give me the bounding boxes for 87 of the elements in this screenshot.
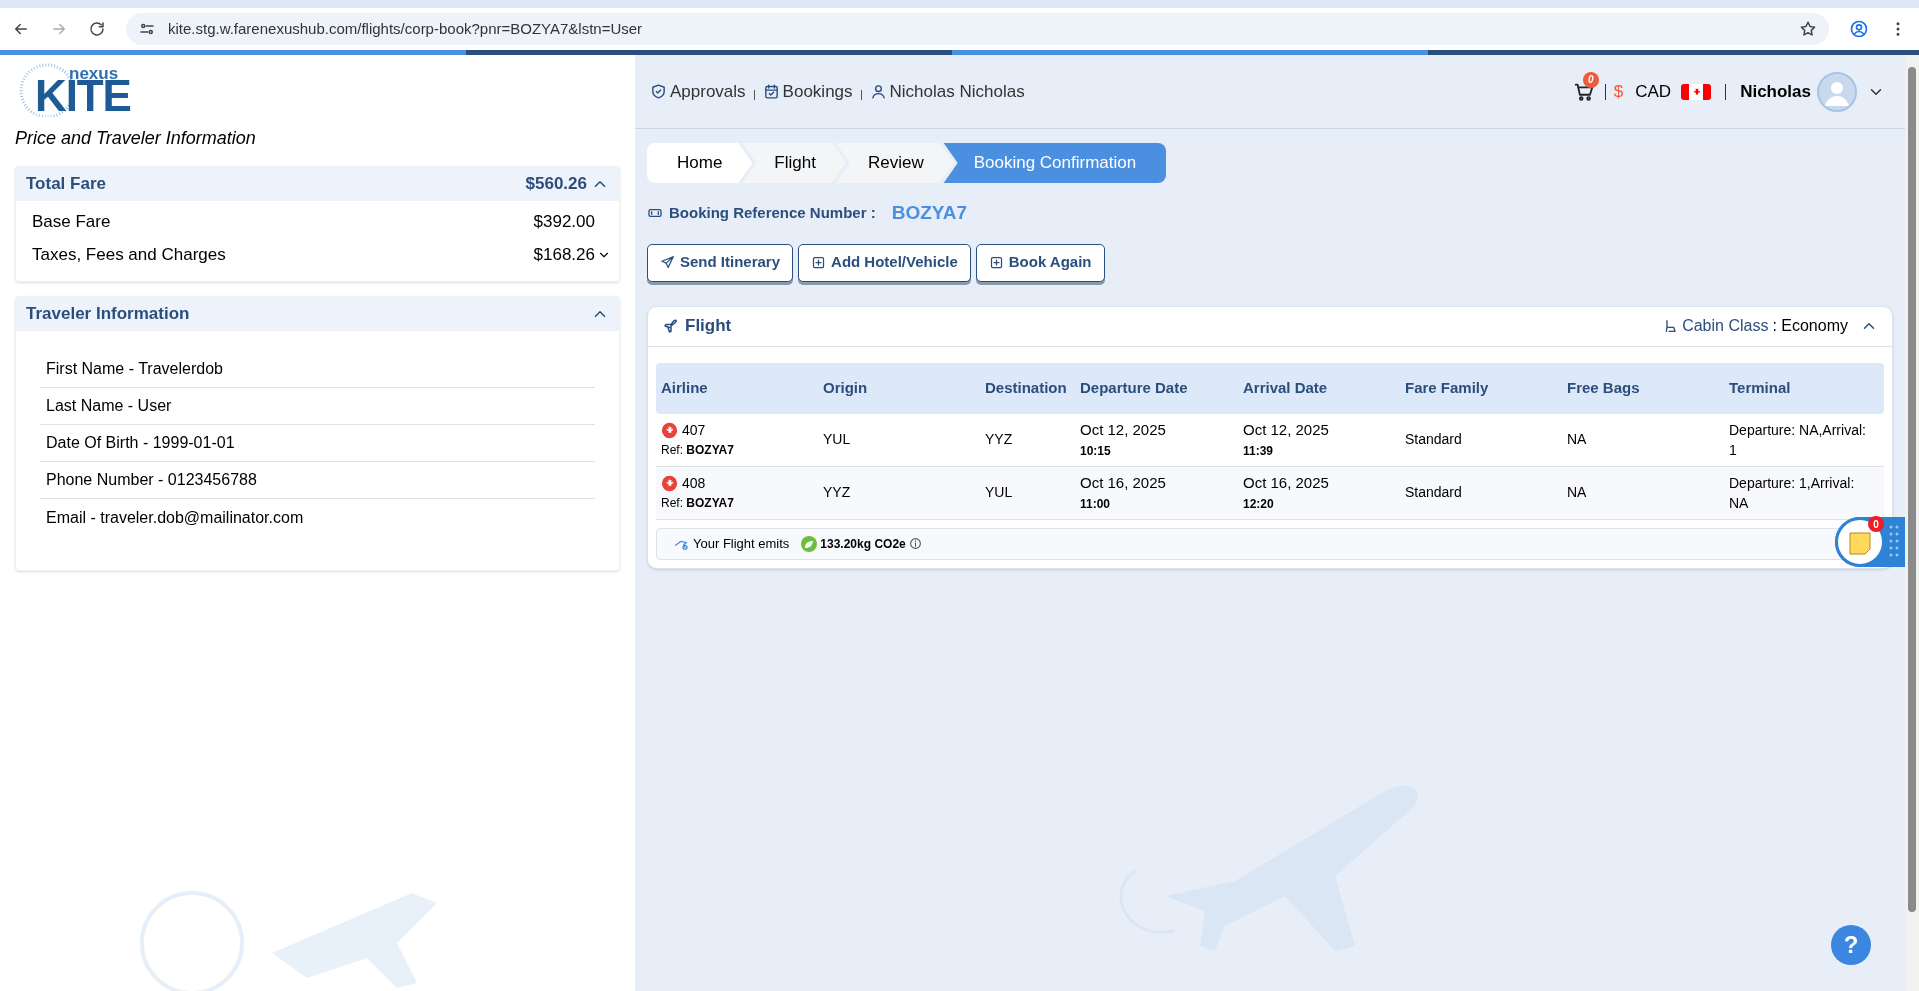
cabin-class-label: Cabin Class — [1682, 316, 1769, 336]
traveler-info-title: Traveler Information — [26, 303, 190, 326]
star-icon[interactable] — [1799, 20, 1817, 38]
traveler-field: First Name - Travelerdob — [46, 357, 223, 381]
action-button[interactable]: Add Hotel/Vehicle — [798, 243, 971, 282]
total-fare-amount: $560.26 — [525, 173, 587, 196]
time-text: 10:15 — [1080, 442, 1112, 460]
traveler-field: Last Name - User — [46, 394, 172, 418]
date-text: Oct 16, 2025 — [1080, 473, 1167, 494]
table-cell-text: Standard — [1404, 483, 1463, 502]
info-icon — [908, 537, 922, 550]
notes-count-badge: 0 — [1868, 516, 1884, 532]
profile-icon[interactable] — [1849, 19, 1869, 39]
scrollbar-thumb[interactable] — [1908, 67, 1916, 912]
flag-icon — [1681, 83, 1712, 100]
traveler-info-header[interactable]: Traveler Information — [16, 297, 619, 331]
table-cell-text: YUL — [984, 483, 1014, 502]
date-text: Oct 16, 2025 — [1243, 473, 1330, 494]
column-header: Fare Family — [1404, 377, 1490, 398]
breadcrumb-step[interactable]: Flight — [742, 143, 846, 183]
date-text: Oct 12, 2025 — [1243, 420, 1330, 441]
currency-symbol: $ — [1613, 80, 1624, 103]
maple-leaf-icon — [661, 422, 678, 439]
table-cell-text: NA — [1566, 483, 1588, 502]
table-cell-text: Departure: NA,Arrival: 1 — [1728, 420, 1867, 460]
table-cell-text: YYZ — [984, 430, 1014, 449]
column-header: Destination — [984, 377, 1068, 398]
help-button[interactable]: ? — [1831, 925, 1871, 965]
user-name: Nicholas — [1740, 80, 1811, 103]
panel-heading: Price and Traveler Information — [15, 127, 257, 150]
flight-number: 407 — [682, 421, 706, 440]
fare-line-amount: $392.00 — [533, 210, 595, 233]
fare-line-label: Base Fare — [32, 210, 111, 233]
plus-square-icon — [988, 255, 1004, 270]
cart-count-badge: 0 — [1582, 71, 1599, 88]
table-cell-text: Departure: 1,Arrival: NA — [1728, 473, 1856, 513]
time-text: 12:20 — [1243, 495, 1275, 513]
emission-value: 133.20kg CO2e — [820, 535, 906, 553]
url-text: kite.stg.w.farenexushub.com/flights/corp-book?pnr=BOZYA7&lstn=User — [168, 18, 643, 39]
booking-reference-value: BOZYA7 — [891, 201, 968, 225]
table-cell-text: Standard — [1404, 430, 1463, 449]
column-header: Free Bags — [1566, 377, 1641, 398]
traveler-field: Email - traveler.dob@mailinator.com — [46, 505, 304, 530]
leaf-icon — [801, 535, 818, 552]
column-header: Origin — [822, 377, 869, 398]
booking-ref-text: Ref: BOZYA7 — [661, 442, 735, 459]
nav-link[interactable]: Bookings — [762, 78, 853, 105]
nav-link[interactable]: Nicholas Nicholas — [869, 78, 1025, 105]
booking-ref-text: Ref: BOZYA7 — [661, 495, 735, 512]
user-icon — [869, 83, 887, 100]
nav-link[interactable]: Approvals — [650, 78, 746, 105]
traveler-field: Date Of Birth - 1999-01-01 — [46, 431, 235, 455]
airplane-icon — [662, 317, 680, 335]
action-button[interactable]: Book Again — [975, 243, 1105, 282]
notes-button[interactable]: 0 — [1835, 517, 1885, 567]
plus-square-icon — [811, 255, 827, 270]
sticky-note-icon — [1848, 529, 1872, 555]
send-icon — [660, 255, 675, 270]
shield-icon — [650, 83, 667, 100]
action-button[interactable]: Send Itinerary — [647, 243, 794, 282]
column-header: Arrival Date — [1242, 377, 1329, 398]
currency-code: CAD — [1635, 80, 1672, 103]
breadcrumb-step[interactable]: Review — [835, 143, 954, 183]
flight-section-title: Flight — [685, 315, 732, 338]
column-header: Airline — [660, 377, 709, 398]
flight-number: 408 — [682, 474, 706, 493]
total-fare-header[interactable]: Total Fare $560.26 — [16, 167, 619, 201]
calendar-icon — [762, 83, 780, 100]
table-cell-text: YUL — [822, 430, 852, 449]
reload-icon[interactable] — [88, 20, 106, 38]
breadcrumb-step[interactable]: Home — [647, 143, 753, 183]
column-header: Departure Date — [1079, 377, 1189, 398]
table-cell-text: YYZ — [822, 483, 852, 502]
date-text: Oct 12, 2025 — [1080, 420, 1167, 441]
time-text: 11:00 — [1080, 495, 1112, 513]
column-header: Terminal — [1728, 377, 1792, 398]
address-bar[interactable]: kite.stg.w.farenexushub.com/flights/corp-book?pnr=BOZYA7&lstn=User — [126, 13, 1829, 45]
table-cell-text: NA — [1566, 430, 1588, 449]
maple-leaf-icon — [661, 475, 678, 492]
total-fare-label: Total Fare — [26, 173, 106, 196]
emission-label: Your Flight emits — [693, 534, 790, 553]
time-text: 11:39 — [1243, 442, 1275, 460]
booking-reference-label: Booking Reference Number : — [669, 203, 876, 223]
cabin-class-value: : Economy — [1772, 316, 1848, 336]
fare-line-label: Taxes, Fees and Charges — [32, 243, 226, 266]
fare-line-amount: $168.26 — [533, 243, 595, 266]
traveler-field: Phone Number - 0123456788 — [46, 468, 257, 492]
